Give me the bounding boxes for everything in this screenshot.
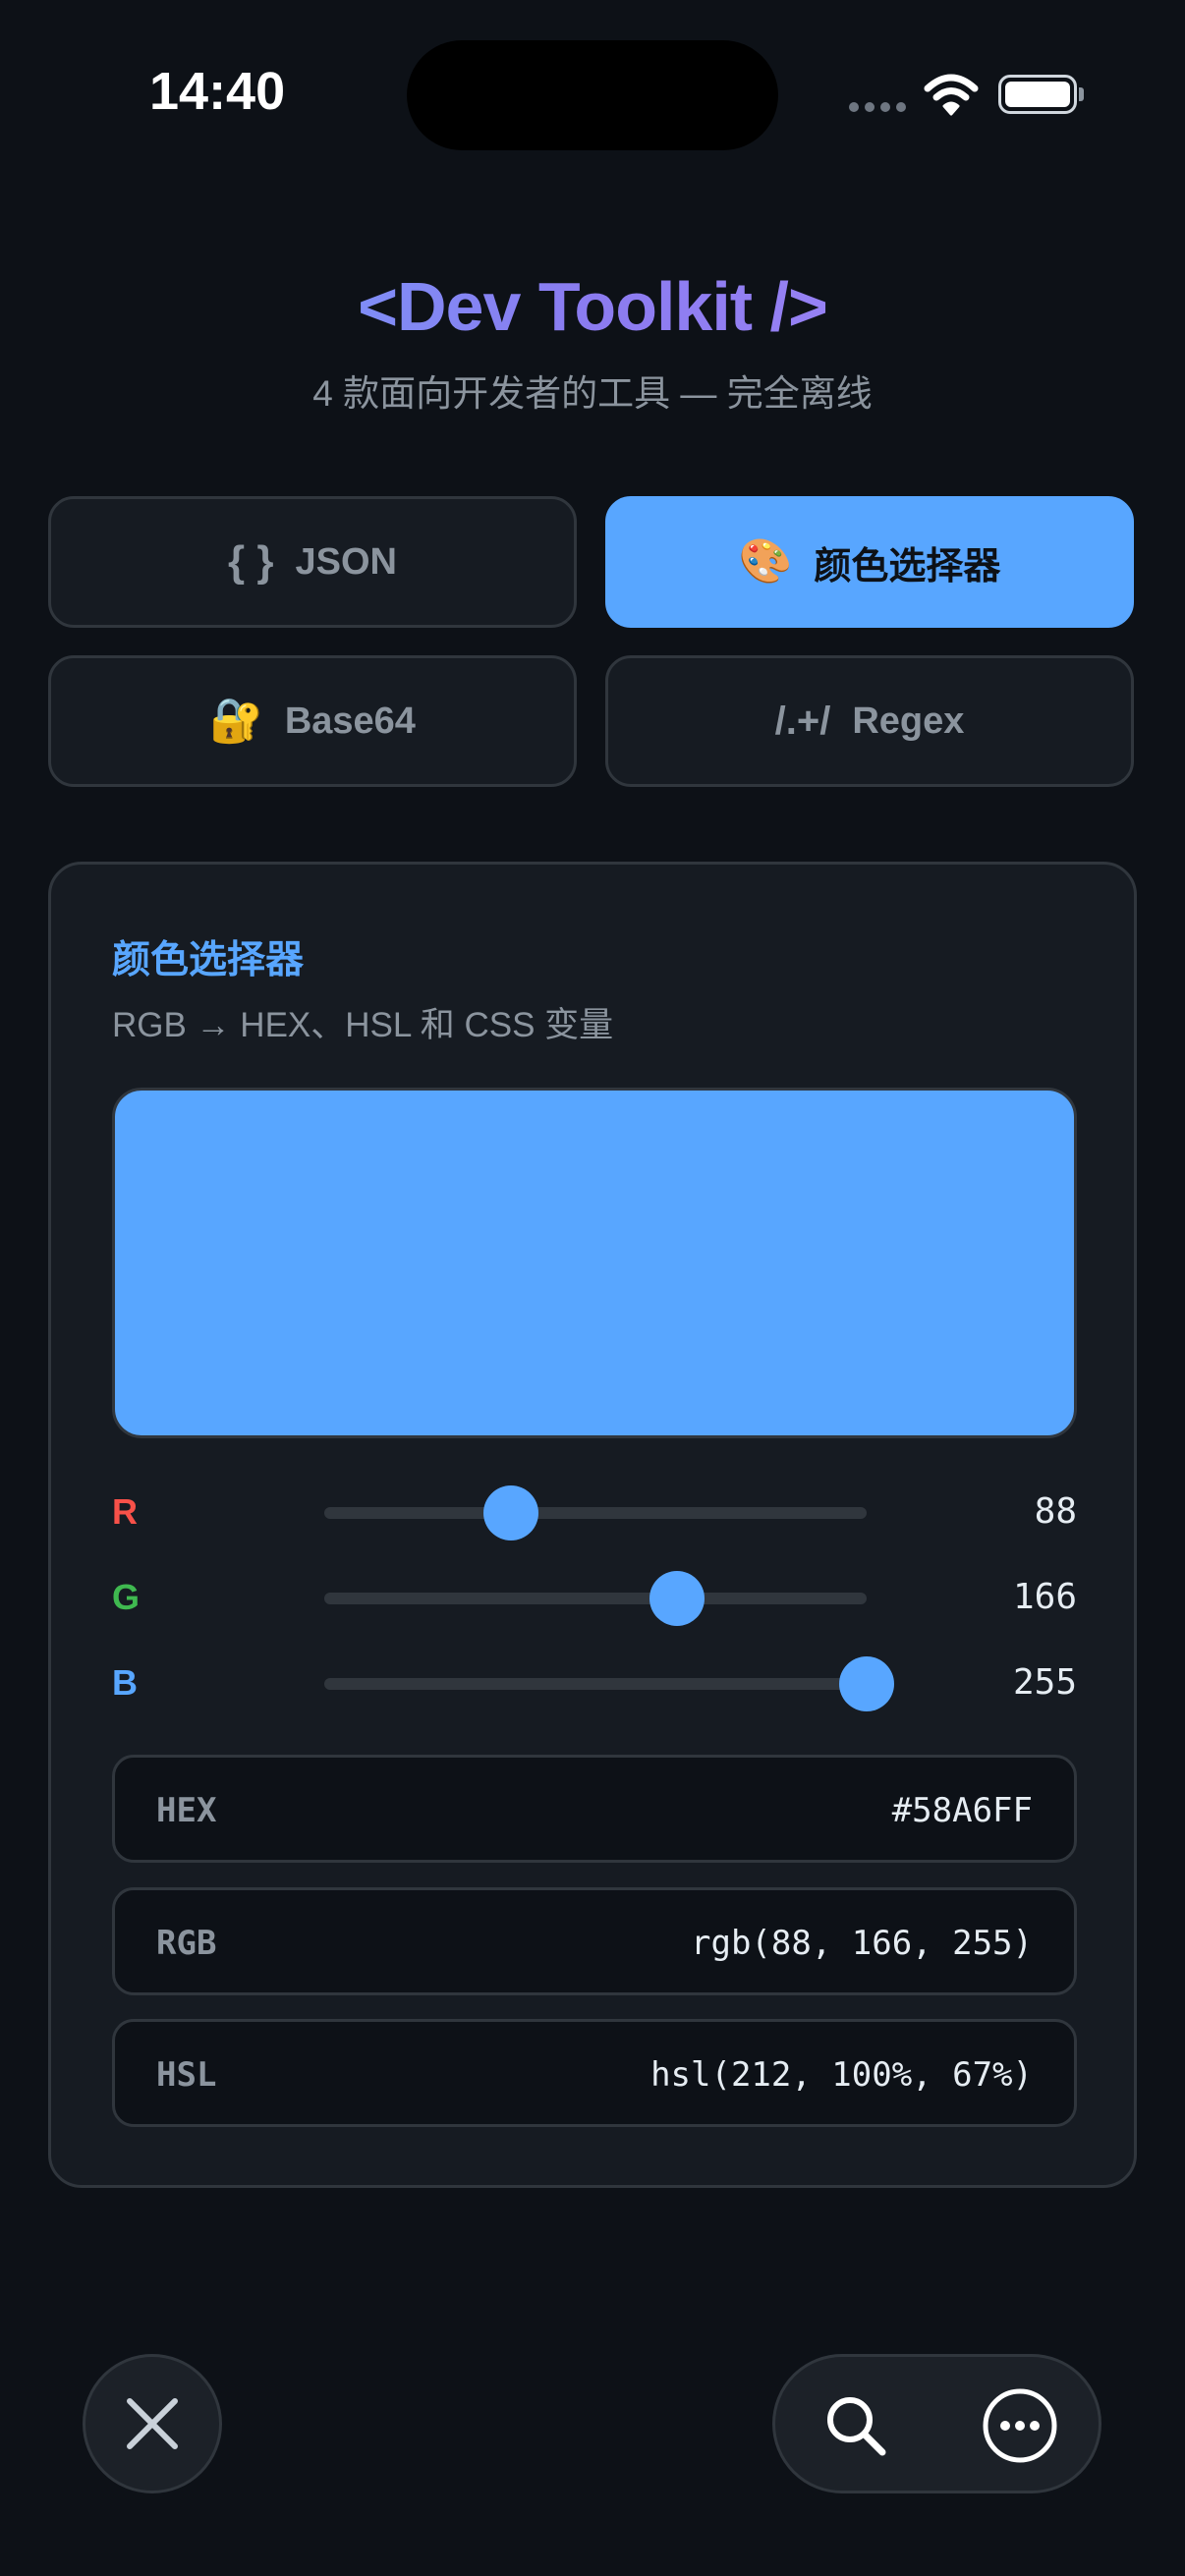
battery-tip (1079, 87, 1084, 101)
regex-icon: /.+/ (774, 700, 831, 743)
search-button[interactable] (815, 2384, 897, 2467)
slider-label-g: G (112, 1577, 141, 1617)
tab-json[interactable]: { } JSON (48, 496, 577, 628)
tab-label: 颜色选择器 (814, 545, 1001, 588)
close-icon (127, 2398, 178, 2449)
output-row-hsl[interactable]: HSL hsl(212, 100%, 67%) (112, 2019, 1077, 2127)
slider-row-g: G 166 (112, 1569, 1077, 1628)
more-button[interactable] (979, 2384, 1061, 2467)
app-title: <Dev Toolkit /> (0, 267, 1185, 346)
output-key: HSL (156, 2055, 217, 2095)
status-time: 14:40 (149, 62, 286, 121)
output-row-hex[interactable]: HEX #58A6FF (112, 1755, 1077, 1863)
slider-value-g: 166 (1012, 1577, 1077, 1617)
palette-icon: 🎨 (738, 537, 793, 586)
tab-label: JSON (295, 540, 397, 583)
cellular-signal-icon (849, 102, 906, 112)
slider-track-b[interactable] (324, 1656, 894, 1711)
slider-thumb-b[interactable] (839, 1656, 894, 1711)
slider-thumb-g[interactable] (649, 1571, 705, 1626)
tab-regex[interactable]: /.+/ Regex (605, 655, 1134, 787)
tab-base64[interactable]: 🔐 Base64 (48, 655, 577, 787)
slider-thumb-r[interactable] (483, 1485, 539, 1540)
close-button[interactable] (83, 2354, 222, 2493)
panel-title: 颜色选择器 (112, 939, 305, 981)
output-key: HEX (156, 1791, 217, 1830)
lock-key-icon: 🔐 (209, 697, 263, 745)
dynamic-island (407, 40, 778, 150)
slider-label-b: B (112, 1662, 138, 1703)
toolbar-pill (772, 2354, 1101, 2493)
slider-value-r: 88 (1034, 1491, 1077, 1532)
slider-value-b: 255 (1012, 1662, 1077, 1703)
slider-row-r: R 88 (112, 1484, 1077, 1542)
slider-track-r[interactable] (324, 1485, 867, 1540)
braces-icon: { } (228, 537, 274, 586)
app-subtitle: 4 款面向开发者的工具 — 完全离线 (312, 373, 873, 414)
output-row-rgb[interactable]: RGB rgb(88, 166, 255) (112, 1887, 1077, 1995)
search-icon (827, 2397, 886, 2456)
battery-icon (998, 75, 1077, 114)
slider-row-b: B 255 (112, 1654, 1077, 1713)
tab-label: Base64 (284, 700, 416, 742)
slider-label-r: R (112, 1491, 138, 1532)
tab-color-picker[interactable]: 🎨 颜色选择器 (605, 496, 1134, 628)
output-value[interactable]: #58A6FF (892, 1791, 1033, 1830)
color-preview-swatch (112, 1088, 1077, 1438)
output-value[interactable]: hsl(212, 100%, 67%) (650, 2055, 1033, 2095)
more-icon (983, 2388, 1057, 2463)
wifi-icon (924, 73, 979, 121)
output-value[interactable]: rgb(88, 166, 255) (691, 1924, 1033, 1963)
tab-label: Regex (852, 700, 965, 742)
output-key: RGB (156, 1924, 217, 1963)
color-picker-panel: 颜色选择器 RGB → HEX、HSL 和 CSS 变量 R 88 G 166 … (48, 862, 1137, 2188)
slider-track-g[interactable] (324, 1571, 867, 1626)
panel-description: RGB → HEX、HSL 和 CSS 变量 (112, 1006, 614, 1044)
